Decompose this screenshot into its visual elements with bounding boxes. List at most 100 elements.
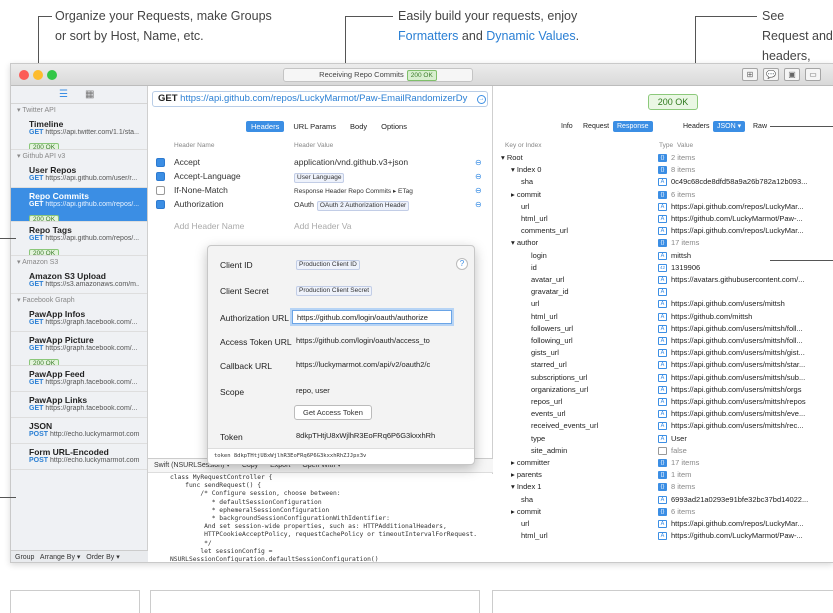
tab-url-params[interactable]: URL Params: [288, 121, 341, 132]
sidebar-request-item[interactable]: PawApp Infos GET https://graph.facebook.c…: [11, 306, 147, 332]
group-header[interactable]: ▾ Facebook Graph: [11, 294, 147, 306]
tab-options[interactable]: Options: [376, 121, 412, 132]
header-enabled-checkbox[interactable]: [156, 158, 165, 167]
tab-request[interactable]: Request: [579, 121, 613, 132]
url-field[interactable]: GET https://api.github.com/repos/LuckyMa…: [152, 91, 488, 107]
json-row[interactable]: received_events_url Ahttps://api.github.c…: [493, 420, 833, 432]
tab-info[interactable]: Info: [557, 121, 577, 132]
http-method[interactable]: GET: [158, 93, 178, 104]
header-enabled-checkbox[interactable]: [156, 200, 165, 209]
sidebar-request-item[interactable]: Repo Tags GET https://api.github.com/repo…: [11, 222, 147, 256]
sidebar-request-item[interactable]: PawApp Picture GET https://graph.facebook…: [11, 332, 147, 366]
json-row[interactable]: ▸ commit {} 6 items: [493, 506, 833, 518]
json-row[interactable]: ▸ committer {} 17 items: [493, 457, 833, 469]
json-row[interactable]: subscriptions_url Ahttps://api.github.com…: [493, 372, 833, 384]
json-row[interactable]: events_url Ahttps://api.github.com/users/…: [493, 408, 833, 420]
token-url-field[interactable]: https://github.com/login/oauth/access_to: [292, 334, 452, 348]
tab-headers[interactable]: Headers: [246, 121, 285, 132]
window-icon[interactable]: ▭: [805, 68, 821, 81]
json-row[interactable]: ▾ Index 1 {} 8 items: [493, 481, 833, 493]
header-row[interactable]: If-None-Match Response Header Repo Commit…: [148, 184, 492, 197]
list-view-icon[interactable]: ☰: [59, 89, 68, 100]
header-action-icon[interactable]: ⊖: [475, 184, 482, 197]
header-row[interactable]: Authorization OAuth OAuth 2 Authorization …: [148, 198, 492, 211]
generated-code[interactable]: class MyRequestController { func sendReq…: [148, 474, 493, 562]
json-row[interactable]: ▾ author {} 17 items: [493, 237, 833, 249]
header-value-field[interactable]: application/vnd.github.v3+json: [294, 156, 408, 169]
header-action-icon[interactable]: ⊖: [475, 198, 482, 211]
json-row[interactable]: html_url Ahttps://github.com/LuckyMarmot/…: [493, 213, 833, 225]
scope-field[interactable]: repo, user: [292, 384, 452, 398]
header-name[interactable]: Accept-Language: [174, 170, 241, 183]
json-row[interactable]: url Ahttps://api.github.com/repos/LuckyMa…: [493, 201, 833, 213]
add-header-value[interactable]: Add Header Va: [294, 220, 352, 233]
header-name[interactable]: Authorization: [174, 198, 224, 211]
tab-body[interactable]: Body: [345, 121, 372, 132]
json-row[interactable]: following_url Ahttps://api.github.com/use…: [493, 335, 833, 347]
json-row[interactable]: ▸ commit {} 6 items: [493, 189, 833, 201]
minimize-window-button[interactable]: [33, 70, 43, 80]
header-value-field[interactable]: User Language: [294, 170, 345, 183]
json-row[interactable]: sha A 0c49c68cde8dfd58a9a26b782a12b093...: [493, 176, 833, 188]
json-row[interactable]: repos_url Ahttps://api.github.com/users/m…: [493, 396, 833, 408]
arrange-by-button[interactable]: Arrange By ▾: [40, 554, 80, 561]
add-header-name[interactable]: Add Header Name: [174, 220, 244, 233]
tab-raw[interactable]: Raw: [749, 121, 771, 132]
sidebar-request-item[interactable]: PawApp Links GET https://graph.facebook.c…: [11, 392, 147, 418]
json-row[interactable]: html_url Ahttps://github.com/LuckyMarmot/…: [493, 530, 833, 542]
header-value-field[interactable]: Response Header Repo Commits ▸ ETag: [294, 184, 413, 198]
grid-view-icon[interactable]: ▦: [85, 89, 94, 100]
json-row[interactable]: html_url Ahttps://github.com/mittsh: [493, 311, 833, 323]
tab-json[interactable]: JSON ▾: [713, 121, 746, 132]
json-row[interactable]: comments_url Ahttps://api.github.com/repo…: [493, 225, 833, 237]
add-header-row[interactable]: Add Header Name Add Header Va: [148, 220, 492, 233]
tab-response[interactable]: Response: [613, 121, 653, 132]
header-row[interactable]: Accept-Language User Language ⊖: [148, 170, 492, 183]
group-button[interactable]: Group: [15, 554, 34, 561]
header-enabled-checkbox[interactable]: [156, 172, 165, 181]
chat-icon[interactable]: 💬: [763, 68, 779, 81]
json-row[interactable]: starred_url Ahttps://api.github.com/users…: [493, 359, 833, 371]
header-enabled-checkbox[interactable]: [156, 186, 165, 195]
sidebar-request-item[interactable]: JSON POST http://echo.luckymarmot.com: [11, 418, 147, 444]
json-row[interactable]: id 42 1319906: [493, 262, 833, 274]
sidebar-request-item[interactable]: Repo Commits GET https://api.github.com/r…: [11, 188, 147, 222]
client-id-field[interactable]: Production Client ID: [292, 257, 452, 271]
image-icon[interactable]: ▣: [784, 68, 800, 81]
header-name[interactable]: Accept: [174, 156, 200, 169]
zoom-window-button[interactable]: [47, 70, 57, 80]
group-header[interactable]: ▾ Github API v3: [11, 150, 147, 162]
get-access-token-button[interactable]: Get Access Token: [294, 405, 372, 420]
split-icon[interactable]: ⊞: [742, 68, 758, 81]
auth-url-field[interactable]: https://github.com/login/oauth/authorize: [292, 310, 452, 324]
header-name[interactable]: If-None-Match: [174, 184, 228, 197]
order-by-button[interactable]: Order By ▾: [86, 554, 119, 561]
json-row[interactable]: organizations_url Ahttps://api.github.com…: [493, 384, 833, 396]
help-icon[interactable]: ?: [456, 258, 468, 270]
json-row[interactable]: site_admin false: [493, 445, 833, 457]
go-icon[interactable]: →: [477, 95, 486, 104]
token-field[interactable]: 8dkpTHtjU8xWjlhR3EoFRq6P6G3kxxhRh: [292, 429, 452, 443]
json-row[interactable]: ▾ Root {} 2 items: [493, 152, 833, 164]
sidebar-request-item[interactable]: Form URL-Encoded POST http://echo.luckyma…: [11, 444, 147, 470]
sidebar-request-item[interactable]: Amazon S3 Upload GET https://s3.amazonaws…: [11, 268, 147, 294]
header-action-icon[interactable]: ⊖: [475, 156, 482, 169]
json-row[interactable]: ▸ parents [] 1 item: [493, 469, 833, 481]
close-window-button[interactable]: [19, 70, 29, 80]
json-row[interactable]: ▾ Index 0 {} 8 items: [493, 164, 833, 176]
sidebar-request-item[interactable]: PawApp Feed GET https://graph.facebook.co…: [11, 366, 147, 392]
callback-url-field[interactable]: https://luckymarmot.com/api/v2/oauth2/c: [292, 358, 452, 372]
json-row[interactable]: followers_url Ahttps://api.github.com/use…: [493, 323, 833, 335]
json-row[interactable]: gravatar_id A: [493, 286, 833, 298]
json-row[interactable]: type A User: [493, 433, 833, 445]
json-row[interactable]: gists_url Ahttps://api.github.com/users/m…: [493, 347, 833, 359]
group-header[interactable]: ▾ Twitter API: [11, 104, 147, 116]
sidebar-request-item[interactable]: User Repos GET https://api.github.com/use…: [11, 162, 147, 188]
header-action-icon[interactable]: ⊖: [475, 170, 482, 183]
header-row[interactable]: Accept application/vnd.github.v3+json ⊖: [148, 156, 492, 169]
tab-headers[interactable]: Headers: [679, 121, 713, 132]
json-row[interactable]: url Ahttps://api.github.com/users/mittsh: [493, 298, 833, 310]
sidebar-request-item[interactable]: Timeline GET https://api.twitter.com/1.1/…: [11, 116, 147, 150]
json-row[interactable]: url Ahttps://api.github.com/repos/LuckyMa…: [493, 518, 833, 530]
group-header[interactable]: ▾ Amazon S3: [11, 256, 147, 268]
